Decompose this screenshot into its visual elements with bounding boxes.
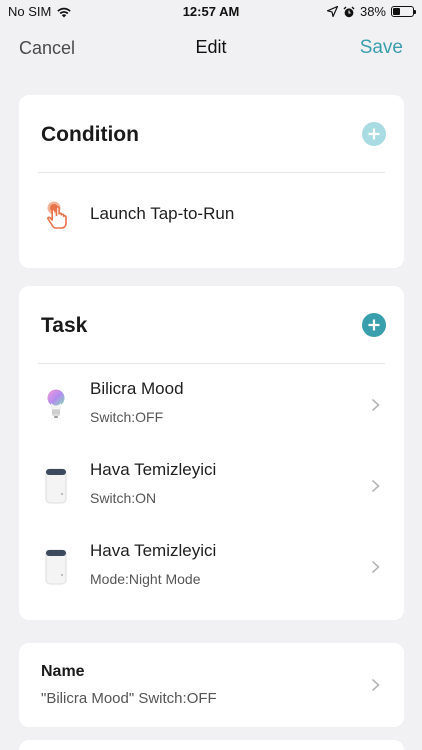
add-task-button[interactable] (362, 313, 386, 337)
tap-hand-icon (47, 201, 67, 229)
chevron-right-icon (371, 678, 380, 692)
name-label: Name (41, 663, 85, 680)
chevron-right-icon (371, 398, 380, 412)
smart-bulb-icon (43, 384, 69, 424)
task-item-title: Hava Temizleyici (90, 541, 217, 560)
task-header: Task (19, 286, 404, 363)
task-item-title: Hava Temizleyici (90, 460, 217, 479)
status-right: 38% (326, 4, 416, 19)
navigation-bar: Cancel Edit Save (0, 36, 422, 62)
task-item-hava-temizleyici-mode[interactable]: Hava Temizleyici Mode:Night Mode (19, 526, 404, 606)
location-arrow-icon (326, 6, 338, 17)
task-item-subtitle: Mode:Night Mode (90, 571, 201, 587)
task-item-subtitle: Switch:OFF (90, 409, 164, 425)
alarm-clock-icon (343, 6, 355, 17)
next-settings-card[interactable] (19, 740, 404, 750)
condition-title: Condition (41, 123, 139, 146)
battery-icon (391, 6, 416, 17)
page-title: Edit (195, 37, 227, 57)
task-card: Task Bilicra Mood Switch:OFF Hava Temizl… (19, 286, 404, 620)
add-condition-button[interactable] (362, 122, 386, 146)
task-item-title: Bilicra Mood (90, 379, 184, 398)
battery-percentage: 38% (359, 4, 386, 19)
air-purifier-icon (43, 546, 69, 586)
chevron-right-icon (371, 479, 380, 493)
task-item-hava-temizleyici-switch[interactable]: Hava Temizleyici Switch:ON (19, 445, 404, 525)
task-item-bilicra-mood[interactable]: Bilicra Mood Switch:OFF (19, 364, 404, 444)
name-card[interactable]: Name "Bilicra Mood" Switch:OFF (19, 643, 404, 727)
chevron-right-icon (371, 560, 380, 574)
condition-item-launch-tap-to-run[interactable]: Launch Tap-to-Run (19, 195, 404, 235)
task-item-subtitle: Switch:ON (90, 490, 157, 506)
save-button[interactable]: Save (360, 37, 403, 59)
task-title: Task (41, 314, 88, 337)
plus-icon (368, 319, 380, 331)
status-bar: No SIM 12:57 AM 38% (0, 0, 422, 24)
plus-icon (368, 128, 380, 140)
battery-fill (393, 8, 401, 15)
condition-header: Condition (19, 95, 404, 172)
air-purifier-icon (43, 465, 69, 505)
condition-item-label: Launch Tap-to-Run (90, 204, 235, 223)
condition-card: Condition Launch Tap-to-Run (19, 95, 404, 268)
divider (38, 172, 385, 173)
name-value: "Bilicra Mood" Switch:OFF (41, 690, 217, 707)
